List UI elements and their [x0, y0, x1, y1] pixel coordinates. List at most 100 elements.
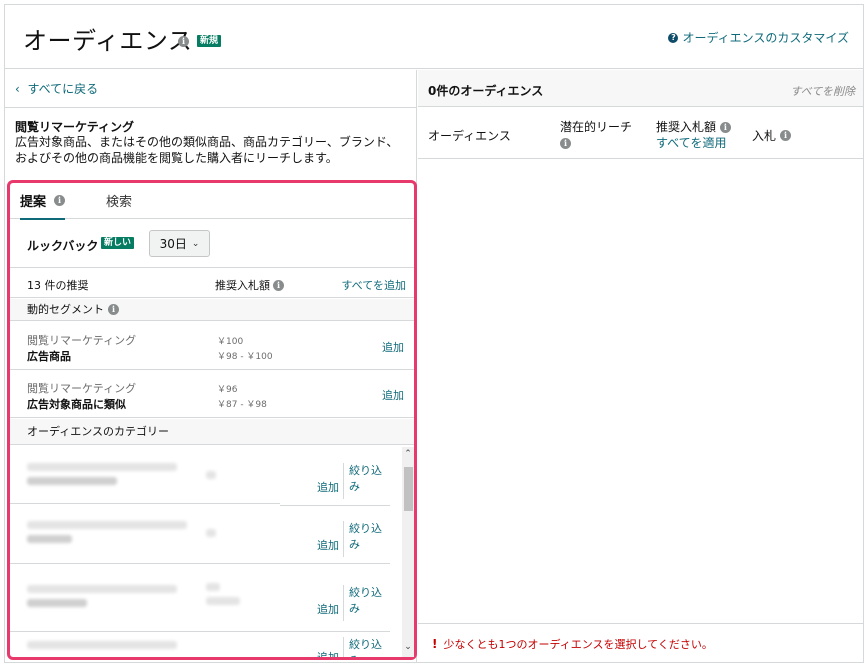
- suggested-bid-label: 推奨入札額: [215, 279, 270, 292]
- column-suggested-bid: 推奨入札額 i すべてを適用: [656, 119, 731, 151]
- back-to-all-link[interactable]: ‹ すべてに戻る: [15, 80, 98, 97]
- blurred-text: [206, 597, 240, 605]
- selected-audience-header: 0件のオーディエンス すべてを削除: [418, 70, 863, 107]
- narrow-button[interactable]: 絞り込み: [349, 521, 389, 553]
- blurred-text: [27, 641, 177, 649]
- blurred-text: [27, 521, 187, 529]
- narrow-button[interactable]: 絞り込み: [349, 585, 389, 617]
- customize-audience-label: オーディエンスのカスタマイズ: [682, 31, 849, 45]
- table-header: オーディエンス 潜在的リーチ i 推奨入札額 i すべてを適用 入札 i: [418, 107, 863, 159]
- apply-all-link[interactable]: すべてを適用: [656, 135, 731, 151]
- dynamic-segment-label: 動的セグメント: [27, 302, 104, 316]
- validation-error: ! 少なくとも1つのオーディエンスを選択してください。: [432, 636, 713, 652]
- item-suggested-bid: ￥96: [217, 385, 238, 395]
- column-suggested-bid-label: 推奨入札額 i: [656, 119, 731, 135]
- divider: [280, 505, 390, 506]
- category-list: 追加 絞り込み 追加 絞り込み 追加 絞り込み 絞り込 ⌃ ⌄: [10, 447, 414, 657]
- tab-proposal-label: 提案: [20, 195, 47, 210]
- validation-error-text: 少なくとも1つのオーディエンスを選択してください。: [443, 638, 713, 651]
- item-name: 広告対象商品に類似: [27, 398, 126, 411]
- divider: [343, 521, 344, 557]
- blurred-text: [206, 583, 220, 591]
- info-icon[interactable]: i: [54, 195, 66, 206]
- blurred-text: [206, 471, 216, 479]
- divider: [343, 585, 344, 621]
- add-button[interactable]: 追加: [317, 601, 339, 617]
- list-item: 追加 絞り込み: [10, 631, 400, 657]
- lookback-label: ルックバック: [27, 239, 99, 253]
- blurred-text: [27, 463, 177, 471]
- help-icon: ?: [668, 32, 679, 43]
- info-icon[interactable]: i: [780, 130, 792, 141]
- column-reach-label: 潜在的リーチ: [560, 120, 633, 134]
- blurred-text: [27, 477, 117, 485]
- divider: [10, 563, 390, 564]
- page-title: オーディエンス: [23, 27, 193, 55]
- tab-search[interactable]: 検索: [106, 191, 132, 210]
- list-item: 追加 絞り込み: [10, 571, 400, 629]
- section-title: 閲覧リマーケティング: [15, 120, 135, 134]
- item-name: 広告商品: [27, 350, 71, 363]
- recommendation-box: 提案 i 検索 ルックバック 新しい 30日 ⌄ 13 件の推奨 推奨入札額 i…: [7, 180, 417, 660]
- divider: [5, 107, 417, 108]
- audience-selection-panel: ‹ すべてに戻る 閲覧リマーケティング 広告対象商品、またはその他の類似商品、商…: [5, 70, 417, 662]
- tab-bar: 提案 i 検索: [10, 183, 414, 220]
- tab-proposal[interactable]: 提案 i: [20, 191, 66, 220]
- scroll-down-icon[interactable]: ⌄: [402, 642, 414, 652]
- lookback-value: 30日: [159, 237, 187, 251]
- customize-audience-link[interactable]: ? オーディエンスのカスタマイズ: [668, 29, 849, 46]
- divider: [343, 637, 344, 657]
- list-item: 閲覧リマーケティング 広告対象商品に類似 ￥96 ￥87 - ￥98 追加: [10, 370, 414, 418]
- new-badge: 新しい: [101, 237, 135, 249]
- blurred-text: [27, 585, 177, 593]
- item-category: 閲覧リマーケティング: [27, 334, 137, 347]
- narrow-button[interactable]: 絞り込み: [349, 463, 389, 495]
- add-all-link[interactable]: すべてを追加: [341, 277, 406, 293]
- column-suggested-bid-text: 推奨入札額: [656, 120, 717, 134]
- blurred-text: [27, 535, 72, 543]
- divider: [343, 463, 344, 499]
- suggested-bid-header: 推奨入札額 i: [215, 277, 284, 293]
- add-button[interactable]: 追加: [382, 339, 404, 355]
- scroll-thumb[interactable]: [404, 467, 413, 511]
- add-button[interactable]: 追加: [317, 479, 339, 495]
- column-bid-label: 入札: [752, 129, 777, 143]
- chevron-left-icon: ‹: [15, 82, 20, 96]
- back-to-all-label: すべてに戻る: [27, 82, 99, 96]
- selected-audience-count: 0件のオーディエンス: [428, 84, 544, 98]
- page-header: オーディエンス i 新規 ? オーディエンスのカスタマイズ: [5, 5, 863, 69]
- recommendation-count: 13 件の推奨: [27, 279, 89, 292]
- exclamation-icon: !: [432, 637, 438, 651]
- column-bid: 入札 i: [752, 127, 792, 144]
- recommendations-header: 13 件の推奨 推奨入札額 i すべてを追加: [10, 268, 414, 298]
- info-icon[interactable]: i: [178, 36, 189, 47]
- add-button[interactable]: 追加: [382, 387, 404, 403]
- item-bid-range: ￥98 - ￥100: [217, 352, 273, 362]
- add-button[interactable]: 追加: [317, 537, 339, 553]
- remove-all-link[interactable]: すべてを削除: [790, 83, 855, 99]
- item-bid-range: ￥87 - ￥98: [217, 400, 267, 410]
- divider: [10, 503, 280, 504]
- selected-audience-panel: 0件のオーディエンス すべてを削除 オーディエンス 潜在的リーチ i 推奨入札額…: [418, 70, 863, 662]
- section-description: 広告対象商品、またはその他の類似商品、商品カテゴリー、ブランド、およびその他の商…: [15, 135, 399, 165]
- info-icon[interactable]: i: [108, 304, 119, 315]
- narrow-button[interactable]: 絞り込み: [349, 637, 389, 657]
- audience-panel: オーディエンス i 新規 ? オーディエンスのカスタマイズ ‹ すべてに戻る 閲…: [4, 4, 864, 663]
- lookback-dropdown[interactable]: 30日 ⌄: [149, 230, 210, 257]
- scroll-up-icon[interactable]: ⌃: [402, 449, 414, 459]
- divider: [418, 623, 863, 624]
- dynamic-segment-header: 動的セグメント i: [10, 299, 414, 321]
- chevron-down-icon: ⌄: [191, 238, 200, 249]
- blurred-text: [206, 529, 216, 537]
- add-button[interactable]: 追加: [317, 649, 339, 657]
- info-icon[interactable]: i: [560, 138, 571, 149]
- category-header-label: オーディエンスのカテゴリー: [27, 424, 170, 438]
- blurred-text: [27, 599, 87, 607]
- list-item: 閲覧リマーケティング 広告商品 ￥100 ￥98 - ￥100 追加: [10, 322, 414, 370]
- info-icon[interactable]: i: [719, 122, 731, 133]
- new-badge: 新規: [197, 35, 222, 47]
- category-header: オーディエンスのカテゴリー: [10, 419, 414, 445]
- column-reach: 潜在的リーチ i: [560, 119, 632, 151]
- info-icon[interactable]: i: [273, 279, 284, 291]
- column-audience: オーディエンス: [428, 129, 511, 143]
